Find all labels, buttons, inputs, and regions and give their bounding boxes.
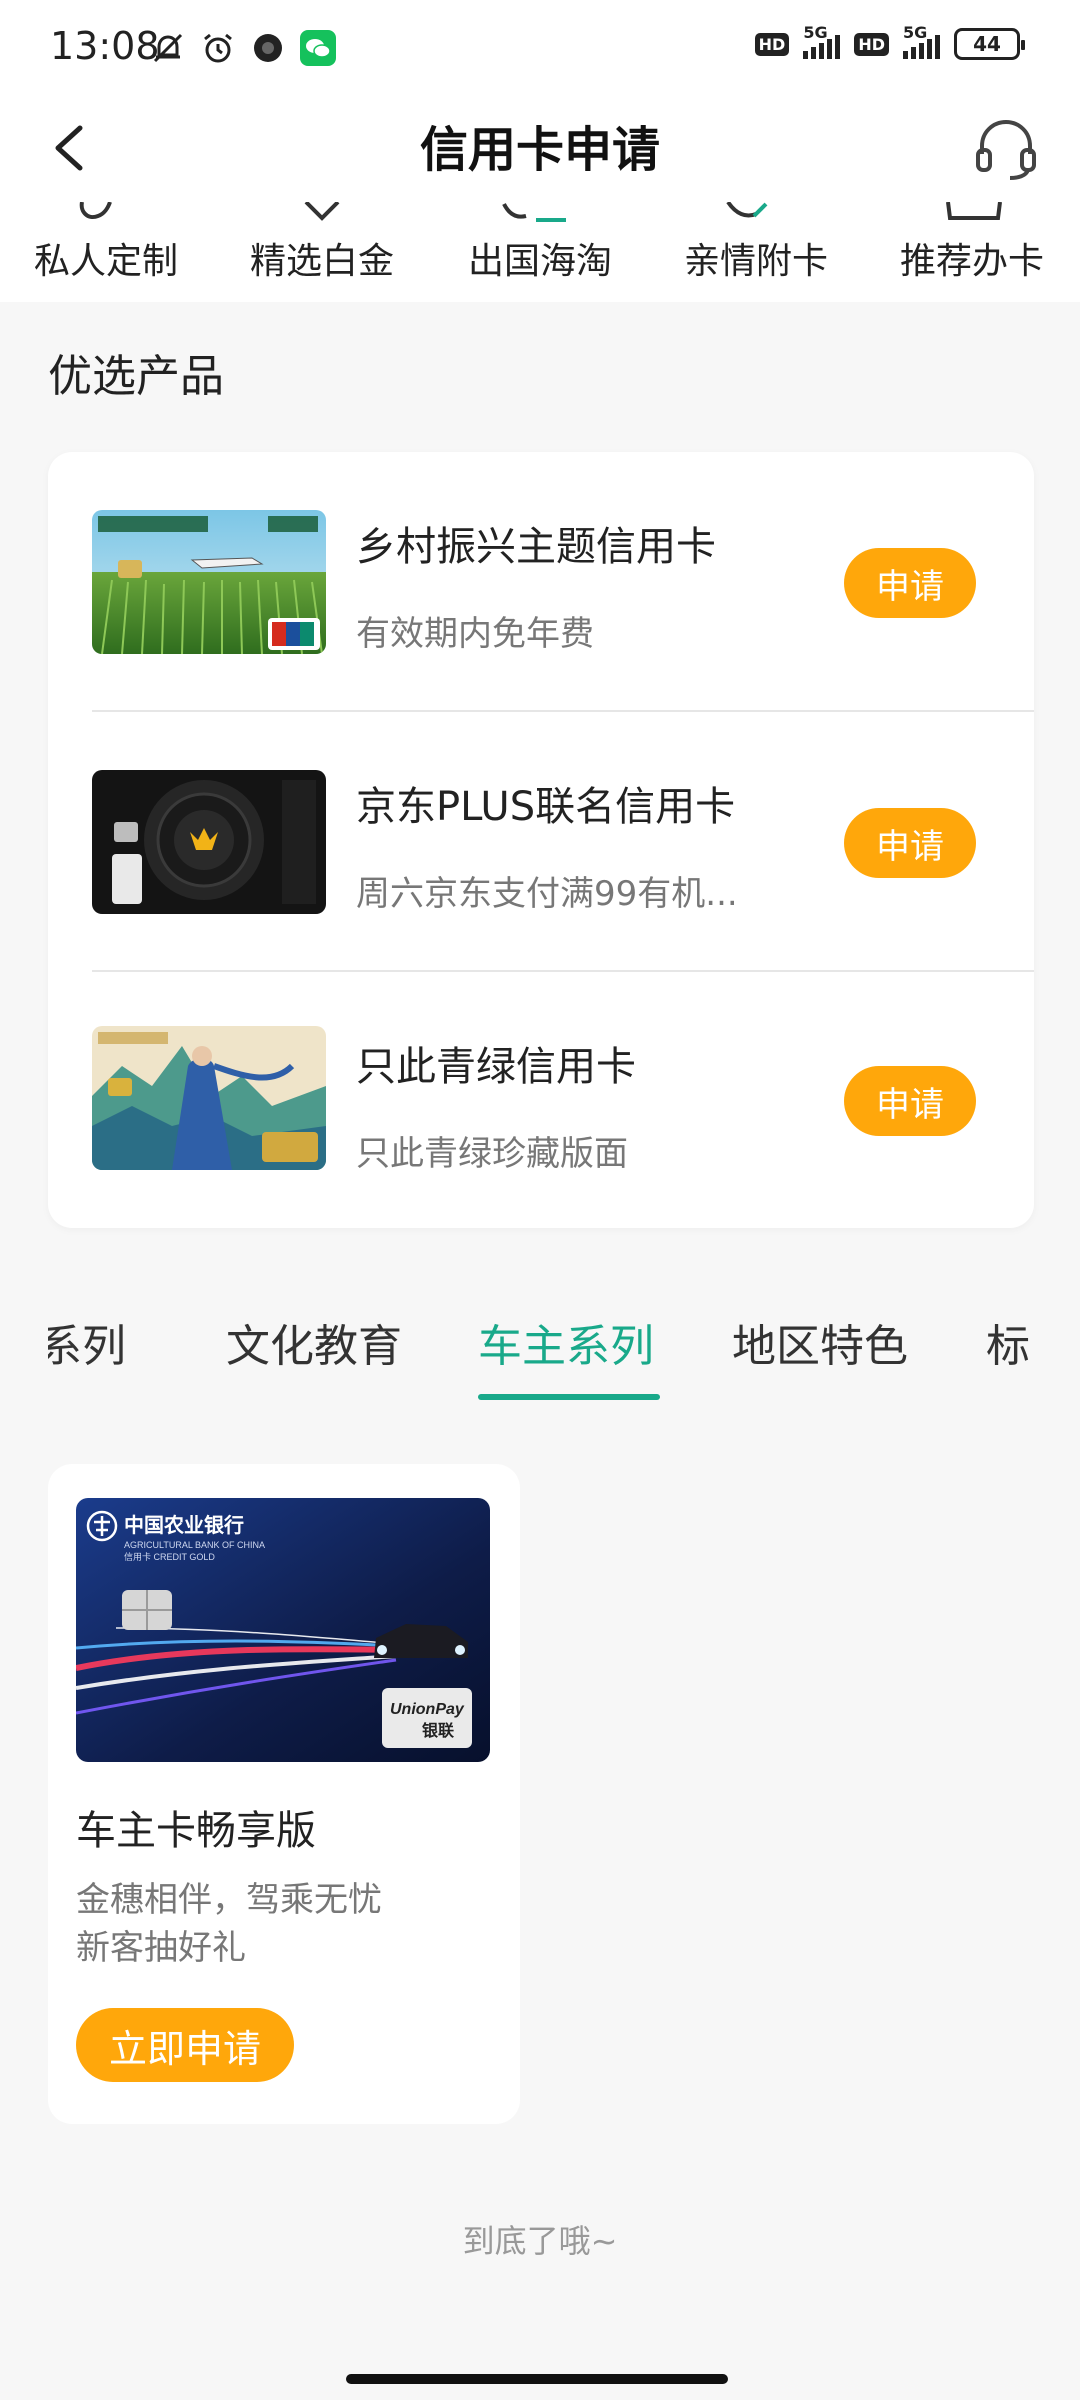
apply-now-button[interactable]: 立即申请 bbox=[76, 2008, 294, 2082]
featured-product-desc: 金穗相伴，驾乘无忧 bbox=[76, 1880, 382, 1920]
series-tabs: 系列 文化教育 车主系列 地区特色 标 bbox=[48, 1290, 1034, 1410]
page-title: 信用卡申请 bbox=[419, 122, 660, 178]
apply-button[interactable]: 申请 bbox=[844, 1066, 976, 1136]
status-system-icons: HD 5G HD 5G 44 bbox=[754, 23, 1025, 60]
tab-regional[interactable]: 地区特色 bbox=[732, 1310, 908, 1374]
signal-5g-icon: 5G bbox=[903, 23, 940, 59]
overseas-shopping-icon bbox=[502, 203, 566, 222]
category-row: 私人定制 精选白金 出国海淘 亲情附卡 推荐办卡 bbox=[0, 202, 1080, 302]
product-row[interactable]: 京东PLUS联名信用卡 周六京东支付满99有机... 申请 bbox=[48, 712, 1034, 972]
card-bank-en: AGRICULTURAL BANK OF CHINA bbox=[124, 1540, 265, 1550]
home-indicator[interactable] bbox=[346, 2374, 728, 2384]
apply-button[interactable]: 申请 bbox=[844, 808, 976, 878]
card-network: UnionPay bbox=[390, 1701, 465, 1718]
jd-plus-card-image bbox=[92, 770, 326, 914]
headset-icon bbox=[976, 119, 1036, 180]
status-bar: 13:08 HD 5G HD 5G 44 bbox=[0, 0, 1080, 96]
apply-button[interactable]: 申请 bbox=[844, 548, 976, 618]
card-type: 信用卡 CREDIT GOLD bbox=[124, 1551, 215, 1562]
hd-badge: HD bbox=[854, 32, 889, 56]
signal-5g-icon: 5G bbox=[803, 23, 841, 59]
product-name: 京东PLUS联名信用卡 bbox=[356, 784, 736, 830]
category-item[interactable]: 出国海淘 bbox=[468, 232, 612, 284]
product-desc: 有效期内免年费 bbox=[356, 614, 594, 654]
product-name: 只此青绿信用卡 bbox=[356, 1044, 636, 1090]
tab-series[interactable]: 系列 bbox=[48, 1310, 126, 1374]
customer-service-button[interactable] bbox=[968, 110, 1044, 186]
platinum-icon bbox=[304, 202, 340, 221]
product-name: 乡村振兴主题信用卡 bbox=[356, 524, 716, 570]
private-custom-icon bbox=[79, 202, 112, 219]
tab-car-owner[interactable]: 车主系列 bbox=[478, 1310, 654, 1374]
wechat-icon bbox=[300, 30, 336, 66]
rural-card-image bbox=[92, 510, 326, 654]
tab-culture-education[interactable]: 文化教育 bbox=[226, 1310, 402, 1374]
circle-app-icon bbox=[250, 30, 286, 66]
recommend-icon bbox=[946, 202, 1002, 220]
mute-bell-icon bbox=[150, 30, 186, 66]
product-desc: 周六京东支付满99有机... bbox=[356, 874, 738, 914]
status-time: 13:08 bbox=[50, 24, 160, 68]
category-item[interactable]: 精选白金 bbox=[250, 232, 394, 284]
card-network-cn: 银联 bbox=[422, 1721, 454, 1740]
section-title: 优选产品 bbox=[48, 351, 224, 402]
card-bank-name: 中国农业银行 bbox=[124, 1513, 244, 1537]
active-tab-indicator bbox=[478, 1394, 660, 1400]
category-item[interactable]: 推荐办卡 bbox=[900, 232, 1044, 284]
category-item[interactable]: 亲情附卡 bbox=[684, 232, 828, 284]
category-item[interactable]: 私人定制 bbox=[34, 232, 178, 284]
product-row[interactable]: 乡村振兴主题信用卡 有效期内免年费 申请 bbox=[48, 452, 1034, 712]
app-header: 信用卡申请 bbox=[0, 96, 1080, 202]
family-card-icon bbox=[726, 202, 768, 218]
car-owner-card-image: 中国农业银行 AGRICULTURAL BANK OF CHINA 信用卡 CR… bbox=[76, 1498, 490, 1762]
end-of-list-text: 到底了哦~ bbox=[462, 2222, 618, 2260]
hd-badge: HD bbox=[754, 32, 790, 56]
product-row[interactable]: 只此青绿信用卡 只此青绿珍藏版面 申请 bbox=[48, 972, 1034, 1232]
qinglv-card-image bbox=[92, 1026, 326, 1170]
alarm-icon bbox=[200, 30, 236, 66]
battery-icon: 44 bbox=[954, 28, 1025, 60]
featured-product-promo: 新客抽好礼 bbox=[76, 1928, 246, 1968]
tab-more[interactable]: 标 bbox=[986, 1310, 1030, 1374]
product-desc: 只此青绿珍藏版面 bbox=[356, 1134, 628, 1174]
featured-product-name: 车主卡畅享版 bbox=[76, 1808, 316, 1854]
status-notification-icons bbox=[150, 30, 336, 66]
featured-product-card[interactable]: 中国农业银行 AGRICULTURAL BANK OF CHINA 信用卡 CR… bbox=[48, 1464, 520, 2124]
product-list-card: 乡村振兴主题信用卡 有效期内免年费 申请 京东PLUS联名信用卡 周六京东支付满… bbox=[48, 452, 1034, 1228]
